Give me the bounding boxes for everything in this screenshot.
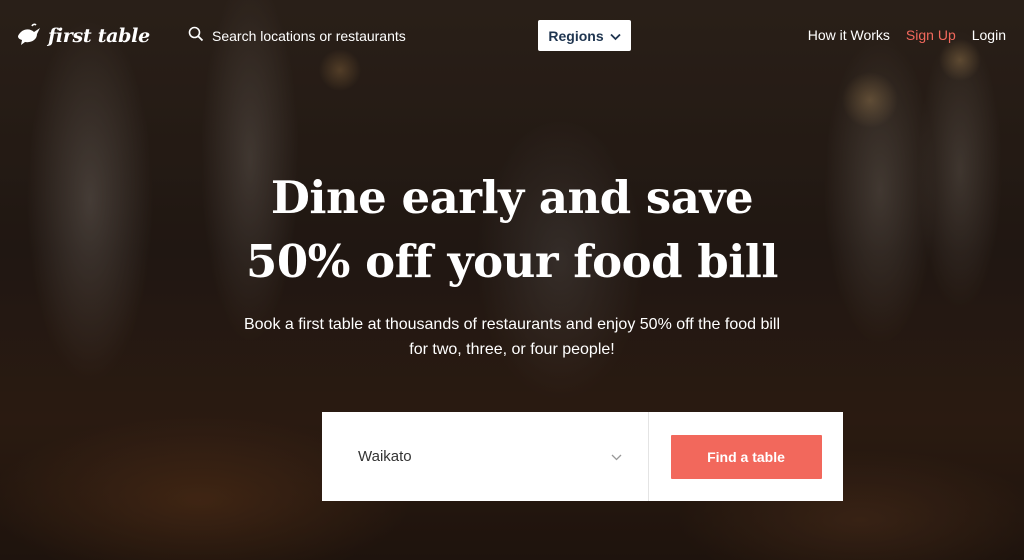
search-icon (188, 26, 204, 46)
top-nav: How it Works Sign Up Login (808, 27, 1006, 43)
regions-dropdown-button[interactable]: Regions (538, 20, 631, 51)
nav-how-it-works[interactable]: How it Works (808, 27, 890, 43)
chevron-down-icon (609, 28, 621, 44)
hero-subtext-line2: for two, three, or four people! (409, 341, 615, 358)
find-a-table-button[interactable]: Find a table (670, 434, 822, 479)
nav-login[interactable]: Login (972, 27, 1006, 43)
hero-subtext: Book a first table at thousands of resta… (0, 312, 1024, 362)
nav-sign-up[interactable]: Sign Up (906, 27, 956, 43)
bird-logo-icon (16, 22, 44, 50)
hero-headline: Dine early and save 50% off your food bi… (0, 166, 1024, 294)
search-input[interactable] (212, 28, 452, 44)
brand-name: first table (48, 25, 150, 47)
region-select[interactable]: Waikato (322, 412, 649, 501)
chevron-down-icon (611, 448, 622, 465)
hero-subtext-line1: Book a first table at thousands of resta… (243, 316, 781, 333)
cta-container: Find a table (649, 412, 843, 501)
booking-search-card: Waikato Find a table (322, 412, 843, 501)
brand-logo[interactable]: first table (16, 22, 150, 50)
hero-headline-line1: Dine early and save (270, 171, 754, 224)
header-search (188, 26, 468, 46)
top-header: first table Regions How it Works Sign Up… (0, 0, 1024, 70)
region-select-value: Waikato (358, 448, 412, 465)
hero-headline-line2: 50% off your food bill (246, 235, 778, 288)
regions-label: Regions (548, 27, 604, 44)
